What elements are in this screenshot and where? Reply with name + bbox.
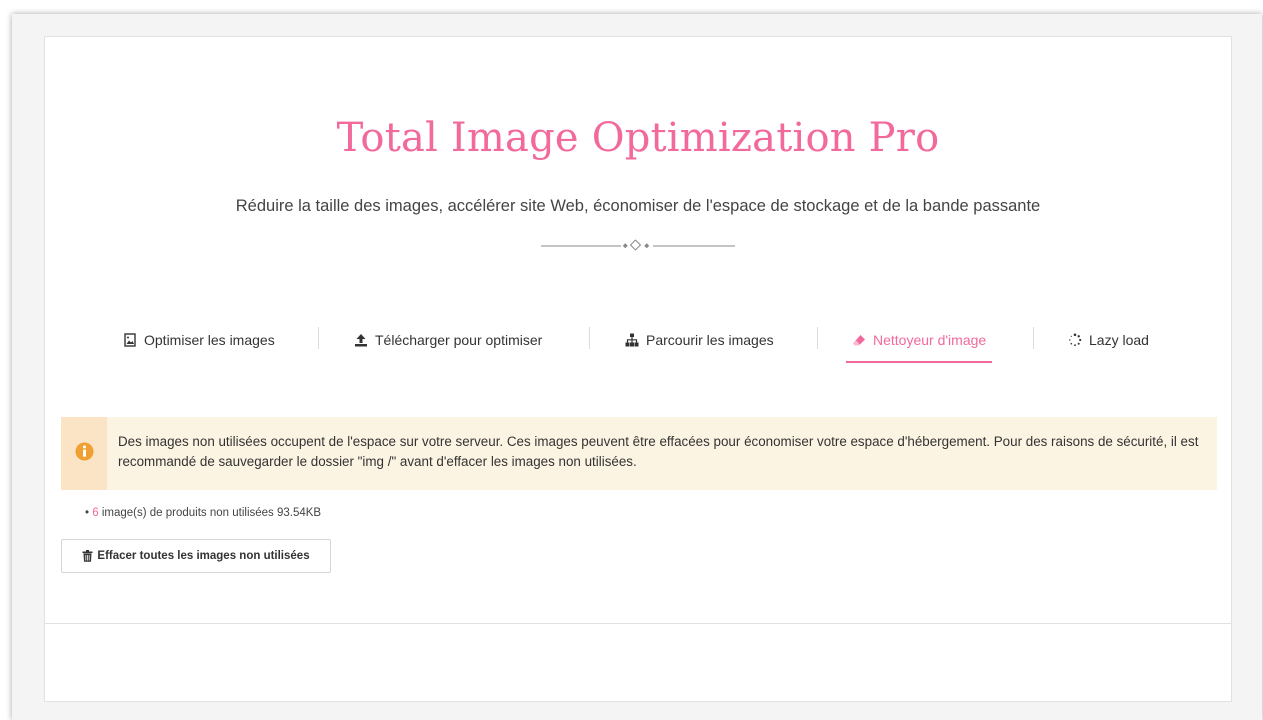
tab-separator	[318, 327, 319, 349]
tab-separator	[1033, 327, 1034, 349]
main-panel: Total Image Optimization Pro Réduire la …	[44, 36, 1232, 702]
sitemap-icon	[625, 333, 639, 347]
unused-count: 6	[92, 507, 99, 519]
tab-upload-optimize[interactable]: Télécharger pour optimiser	[354, 321, 542, 359]
delete-unused-images-button[interactable]: Effacer toutes les images non utilisées	[61, 539, 331, 573]
upload-icon	[354, 333, 368, 347]
tab-image-cleaner[interactable]: Nettoyeur d'image	[845, 321, 993, 363]
unused-summary-text: image(s) de produits non utilisées 93.54…	[101, 507, 322, 519]
bullet: •	[85, 507, 90, 519]
tab-label: Lazy load	[1089, 332, 1149, 348]
footer-divider	[45, 623, 1231, 624]
window-frame: Total Image Optimization Pro Réduire la …	[12, 14, 1262, 720]
delete-button-label: Effacer toutes les images non utilisées	[97, 550, 310, 562]
alert-icon-area	[61, 417, 107, 490]
page-title: Total Image Optimization Pro	[336, 115, 940, 161]
info-alert: Des images non utilisées occupent de l'e…	[61, 417, 1217, 490]
tab-label: Parcourir les images	[646, 332, 774, 348]
unused-images-summary: • 6 image(s) de produits non utilisées 9…	[85, 507, 321, 519]
alert-message: Des images non utilisées occupent de l'e…	[118, 434, 1199, 469]
ornament-divider	[541, 239, 735, 251]
image-file-icon	[123, 333, 137, 347]
tab-separator	[817, 327, 818, 349]
tab-bar: Optimiser les images Télécharger pour op…	[45, 321, 1231, 363]
tab-browse-images[interactable]: Parcourir les images	[625, 321, 774, 359]
tab-label: Nettoyeur d'image	[873, 332, 987, 348]
tab-label: Télécharger pour optimiser	[375, 332, 543, 348]
info-icon	[74, 441, 94, 466]
tab-lazy-load[interactable]: Lazy load	[1068, 321, 1149, 359]
trash-icon	[82, 550, 93, 562]
spinner-icon	[1068, 333, 1082, 347]
tab-label: Optimiser les images	[144, 332, 275, 348]
tab-separator	[589, 327, 590, 349]
tab-optimize-images[interactable]: Optimiser les images	[123, 321, 275, 359]
page-subtitle: Réduire la taille des images, accélérer …	[235, 197, 1041, 215]
eraser-icon	[852, 333, 866, 347]
